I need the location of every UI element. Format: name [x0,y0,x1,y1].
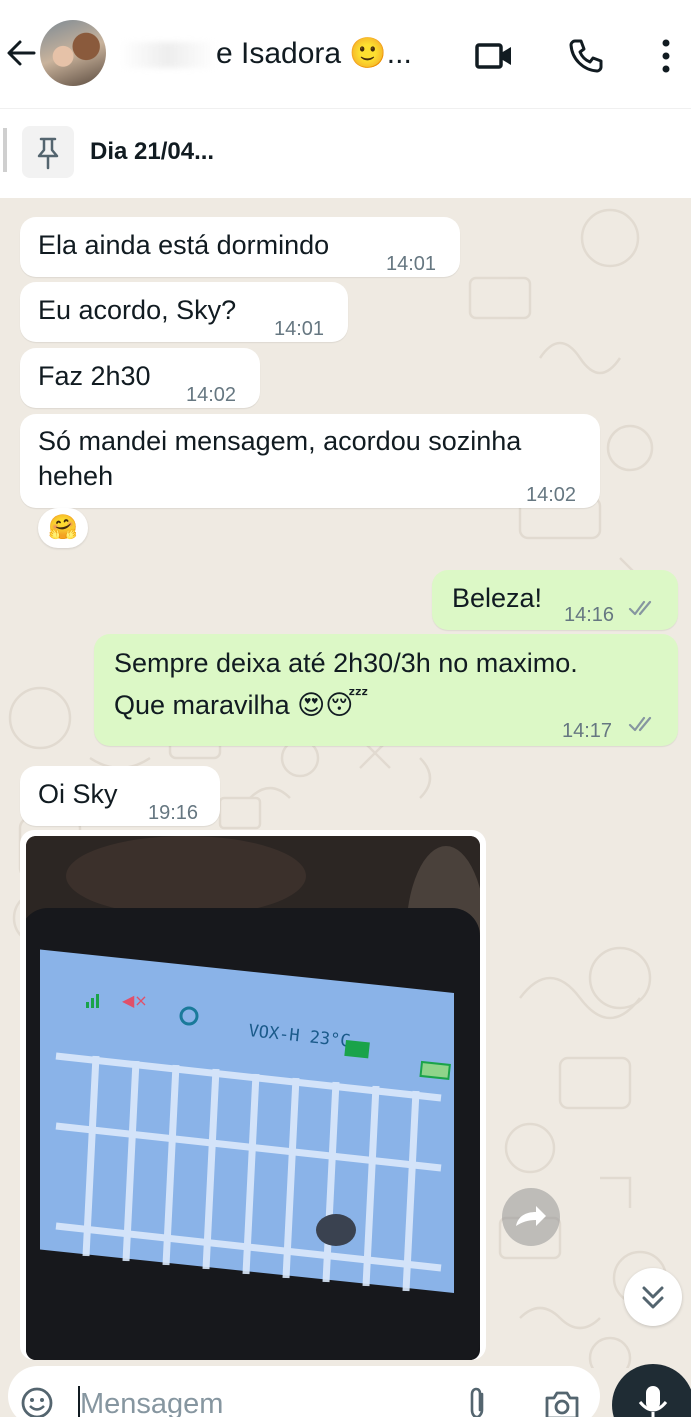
pin-icon [37,137,59,170]
pin-icon-container [22,126,74,178]
message-text: Faz 2h30 [38,361,151,391]
message-text: Beleza! [452,583,543,613]
pinned-message-text: Dia 21/04... [90,138,215,165]
phone-call-icon[interactable] [566,36,606,76]
message-bubble-outgoing[interactable]: Sempre deixa até 2h30/3h no maximo. Que … [94,634,678,746]
message-bubble-incoming[interactable]: Ela ainda está dormindo 14:01 [20,217,460,277]
read-ticks-icon [628,600,652,616]
message-bubble-incoming[interactable]: Faz 2h30 14:02 [20,348,260,408]
contact-name-text: e Isadora 🙂... [216,37,412,70]
message-time: 14:02 [186,384,237,406]
message-bubble-outgoing[interactable]: Beleza! 14:16 [432,570,678,630]
message-text: Eu acordo, Sky? [38,295,237,325]
message-time: 14:02 [526,484,577,506]
message-time: 14:16 [564,604,615,626]
message-bubble-incoming[interactable]: Oi Sky 19:16 [20,766,220,826]
message-text-line2: heheh [38,461,114,491]
pinned-indicator [3,128,7,172]
message-text-line1: Só mandei mensagem, acordou sozinha [38,426,522,456]
avatar[interactable] [40,20,106,86]
blurred-name-part [120,42,216,69]
contact-name[interactable]: e Isadora 🙂... [120,30,440,78]
baby-monitor-photo[interactable]: ◀× VOX-H 23°C [26,836,480,1360]
message-input[interactable]: Mensagem [80,1388,223,1417]
message-text: Oi Sky [38,779,118,809]
message-time: 14:17 [562,720,613,742]
video-call-icon[interactable] [474,36,514,76]
double-chevron-down-icon [642,1286,664,1309]
message-reaction[interactable]: 🤗 [38,508,88,548]
emoji-icon[interactable] [20,1386,54,1417]
baby-monitor-illustration: ◀× VOX-H 23°C [26,836,480,1360]
message-bubble-incoming[interactable]: Eu acordo, Sky? 14:01 [20,282,348,342]
message-time: 19:16 [148,802,199,824]
message-time: 14:01 [386,253,437,275]
svg-text:◀×: ◀× [122,991,148,1010]
more-options-icon[interactable] [646,36,686,76]
message-time: 14:01 [274,318,325,340]
attach-icon[interactable] [460,1386,494,1417]
read-ticks-icon [628,716,652,732]
camera-icon[interactable] [542,1388,582,1417]
voice-message-button[interactable] [612,1364,691,1417]
forward-icon [516,1206,546,1226]
message-text-line2: Que maravilha 😍😴 [114,690,369,720]
microphone-icon [638,1386,668,1417]
image-message[interactable]: ◀× VOX-H 23°C [20,830,486,1360]
message-text-line1: Sempre deixa até 2h30/3h no maximo. [114,648,578,678]
message-bubble-incoming[interactable]: Só mandei mensagem, acordou sozinha hehe… [20,414,600,508]
forward-button[interactable] [502,1188,560,1246]
scroll-to-bottom-button[interactable] [624,1268,682,1326]
message-text: Ela ainda está dormindo [38,230,330,260]
back-arrow-icon[interactable] [4,36,38,70]
